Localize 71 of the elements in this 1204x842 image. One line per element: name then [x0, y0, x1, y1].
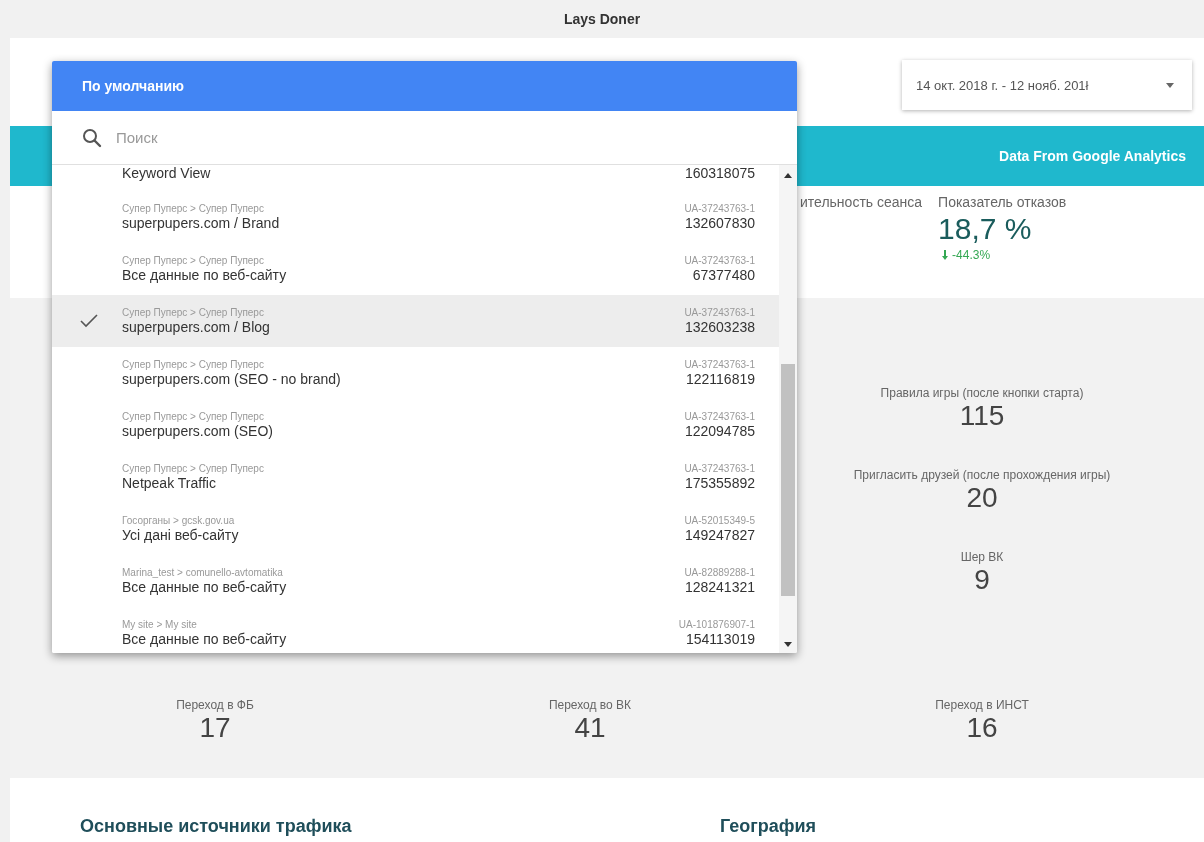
item-path: Супер Пуперс > Супер Пуперс: [122, 306, 265, 319]
metric-label: Правила игры (после кнопки старта): [880, 386, 1084, 400]
metric-label: Шер ВК: [960, 550, 1004, 564]
metric-value: 41: [574, 712, 606, 744]
section-heading: Основные источники трафика: [80, 816, 353, 837]
item-name: Keyword View: [122, 165, 212, 182]
scroll-down-icon: [784, 642, 792, 647]
check-icon: [80, 314, 98, 328]
banner-text: Data From Google Analytics: [999, 148, 1186, 164]
account-id: UA-37243763-1: [684, 358, 755, 371]
dropdown-header: По умолчанию: [52, 61, 797, 111]
item-name: Все данные по веб-сайту: [122, 266, 288, 284]
account-id: UA-52015349-5: [684, 514, 755, 527]
view-id: 67377480: [692, 266, 755, 284]
item-path: Супер Пуперс > Супер Пуперс: [122, 254, 265, 267]
account-id: UA-37243763-1: [684, 202, 755, 215]
metric-value: 20: [966, 482, 998, 514]
item-name: superpupers.com / Blog: [122, 318, 271, 336]
account-id: UA-37243763-1: [684, 462, 755, 475]
account-id: UA-37243763-1: [684, 254, 755, 267]
view-id: 132603238: [684, 318, 755, 336]
metric-change: -44.3%: [952, 248, 991, 262]
caret-icon: [1166, 82, 1174, 88]
metric-label: Переход в ФБ: [176, 698, 254, 712]
metric-value: 17: [199, 712, 231, 744]
item-name: Усі дані веб-сайту: [122, 526, 240, 544]
search-field[interactable]: Поиск: [116, 129, 416, 146]
item-path: Супер Пуперс > Супер Пуперс: [122, 358, 265, 371]
metric-value: 9: [974, 564, 990, 596]
view-id: 175355892: [684, 474, 755, 492]
view-id: 128241321: [684, 578, 755, 596]
view-list-item[interactable]: Супер Пуперс > Супер Пуперс superpupers.com / Blog UA-37243763-1 132603238: [52, 295, 779, 347]
search-icon: [82, 127, 102, 148]
metric-label: Пригласить друзей (после прохождения игры): [853, 468, 1111, 482]
arrow-down-icon: [942, 250, 949, 260]
metric-value: 16: [966, 712, 998, 744]
metric-label: Показатель отказов: [938, 194, 1067, 210]
metric-value: 115: [959, 400, 1005, 432]
item-name: superpupers.com / Brand: [122, 214, 281, 232]
view-id: 132607830: [684, 214, 755, 232]
item-name: superpupers.com (SEO): [122, 422, 274, 440]
view-id: 122094785: [684, 422, 755, 440]
item-name: Все данные по веб-сайту: [122, 630, 288, 648]
item-name: Netpeak Traffic: [122, 474, 217, 492]
item-path: Госорганы > gcsk.gov.ua: [122, 514, 236, 527]
account-id: UA-37243763-1: [684, 306, 755, 319]
view-id: 149247827: [684, 526, 755, 544]
scrollbar-thumb[interactable]: [781, 364, 795, 596]
view-id: 160318075: [684, 165, 755, 182]
metric-label: Переход в ИНСТ: [935, 698, 1029, 712]
account-id: UA-37243763-1: [684, 410, 755, 423]
item-name: superpupers.com (SEO - no brand): [122, 370, 342, 388]
view-list-item[interactable]: My site > My site Все данные по веб-сайту UA-101876907-1 154113019: [52, 607, 779, 653]
date-range-picker[interactable]: 14 окт. 2018 г. - 12 нояб. 201ł: [902, 60, 1192, 110]
section-heading: География: [720, 816, 818, 837]
item-path: My site > My site: [122, 618, 198, 631]
item-path: Супер Пуперс > Супер Пуперс: [122, 202, 265, 215]
view-id: 154113019: [685, 630, 755, 648]
metric-label: Переход во ВК: [548, 698, 632, 712]
item-path: Marina_test > comunello-avtomatika: [122, 566, 284, 579]
view-id: 122116819: [685, 370, 755, 388]
scrollbar[interactable]: [779, 165, 797, 653]
item-path: Супер Пуперс > Супер Пуперс: [122, 410, 265, 423]
account-id: UA-82889288-1: [684, 566, 755, 579]
item-name: Все данные по веб-сайту: [122, 578, 288, 596]
metric-value: 18,7 %: [938, 212, 1033, 246]
scroll-up-icon: [784, 173, 792, 178]
account-id: UA-101876907-1: [678, 618, 755, 631]
report-title: Lays Doner: [563, 11, 641, 27]
metric-label: ительность сеанса: [800, 194, 923, 210]
item-path: Супер Пуперс > Супер Пуперс: [122, 462, 265, 475]
